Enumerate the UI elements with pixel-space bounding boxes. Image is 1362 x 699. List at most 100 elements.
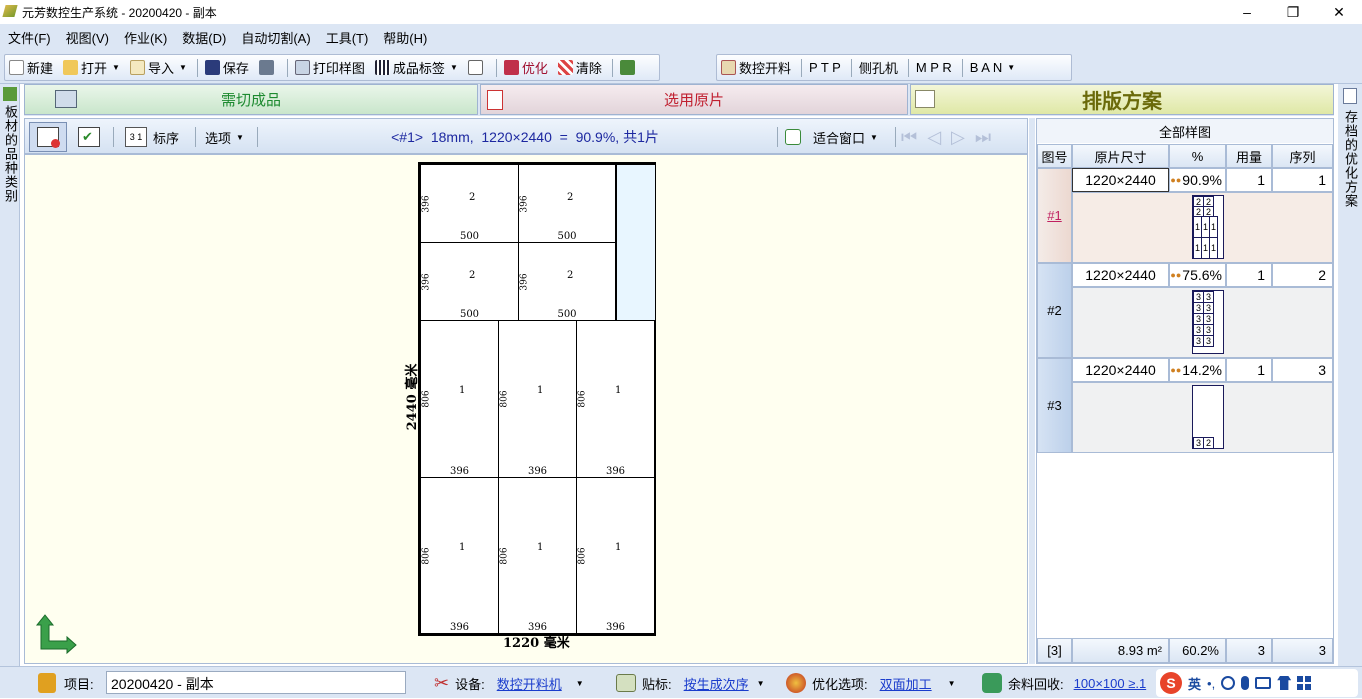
sheet-thumbnail-3[interactable]: 32 <box>1072 382 1333 453</box>
part-piece[interactable]: 1 396 806 <box>576 477 655 634</box>
microphone-icon[interactable] <box>1241 676 1250 690</box>
part-piece[interactable]: 1 396 806 <box>498 320 577 478</box>
close-button[interactable]: ✕ <box>1316 0 1362 24</box>
fit-window-dropdown[interactable]: 适合窗口 ▼ <box>785 123 878 151</box>
col-header-percent[interactable]: % <box>1169 144 1226 168</box>
menu-help[interactable]: 帮助(H) <box>383 28 427 47</box>
table-row-id[interactable]: #1 <box>1037 168 1072 263</box>
maximize-button[interactable]: ❐ <box>1270 0 1316 24</box>
toolbox-icon[interactable] <box>1297 676 1312 690</box>
first-page-icon[interactable]: ⏮ <box>901 127 927 148</box>
table-row-id[interactable]: #3 <box>1037 358 1072 453</box>
chevron-down-icon[interactable]: ▼ <box>757 679 765 688</box>
last-page-icon[interactable]: ⏭ <box>975 127 1001 148</box>
remnant-label: 余料回收: <box>1008 676 1064 692</box>
part-piece[interactable]: 2 500 396 <box>518 164 616 243</box>
ptp-button[interactable]: P T P <box>809 60 841 75</box>
tab-required-products[interactable]: 需切成品 <box>24 84 478 115</box>
row-qty-cell[interactable]: 1 <box>1226 358 1272 382</box>
row-percent-cell[interactable]: ●● 14.2% <box>1169 358 1226 382</box>
check-view-button[interactable]: ✔ <box>75 123 103 151</box>
row-size-cell[interactable]: 1220×2440 <box>1072 358 1169 382</box>
chevron-down-icon[interactable]: ▼ <box>576 679 584 688</box>
sheet-info-text: <#1> 18mm, 1220×2440 = 90.9%, 共1片 <box>391 129 659 145</box>
tab-selected-sheets[interactable]: 选用原片 <box>480 84 908 115</box>
device-link[interactable]: 数控开料机 <box>497 674 562 693</box>
sheet-thumbnail-2[interactable]: 33 33 33 33 33 <box>1072 287 1333 358</box>
row-seq-cell[interactable]: 3 <box>1272 358 1333 382</box>
part-height: 396 <box>519 194 530 213</box>
right-side-panel[interactable]: 存档的优化方案 <box>1338 84 1362 668</box>
products-tab-icon <box>55 90 77 108</box>
row-qty-cell[interactable]: 1 <box>1226 263 1272 287</box>
row-id-link[interactable]: #2 <box>1047 303 1061 318</box>
remnant-link[interactable]: 100×100 ≥.1 <box>1074 676 1147 691</box>
menu-data[interactable]: 数据(D) <box>182 28 226 47</box>
chevron-down-icon[interactable]: ▼ <box>948 679 956 688</box>
panel-splitter[interactable] <box>1029 118 1035 664</box>
row-size-cell[interactable]: 1220×2440 <box>1072 263 1169 287</box>
layout-canvas[interactable]: 2 500 396 2 500 396 2 500 396 2 500 396 1 396 806 … <box>24 154 1028 664</box>
row-seq-cell[interactable]: 2 <box>1272 263 1333 287</box>
part-piece[interactable]: 1 396 806 <box>576 320 655 478</box>
save-button[interactable]: 保存 <box>204 58 249 77</box>
save-all-button[interactable] <box>258 60 277 75</box>
options-dropdown[interactable]: 选项 ▼ <box>205 123 244 151</box>
menu-view[interactable]: 视图(V) <box>66 28 109 47</box>
row-id-link[interactable]: #1 <box>1047 208 1061 223</box>
open-button[interactable]: 打开 ▼ <box>63 58 120 77</box>
menu-file[interactable]: 文件(F) <box>8 28 51 47</box>
cnc-button[interactable]: 数控开料 <box>721 58 791 77</box>
emoji-icon[interactable] <box>1221 676 1236 690</box>
ime-punctuation[interactable]: •, <box>1207 676 1215 691</box>
row-qty-cell[interactable]: 1 <box>1226 168 1272 192</box>
row-seq-cell[interactable]: 1 <box>1272 168 1333 192</box>
col-header-qty[interactable]: 用量 <box>1226 144 1272 168</box>
row-percent-cell[interactable]: ●● 90.9% <box>1169 168 1226 192</box>
project-input[interactable]: 20200420 - 副本 <box>106 671 406 694</box>
col-header-seq[interactable]: 序列 <box>1272 144 1333 168</box>
menu-auto-cut[interactable]: 自动切割(A) <box>241 28 310 47</box>
left-side-panel[interactable]: 板材的品种类别 <box>0 84 20 668</box>
part-piece[interactable]: 1 396 806 <box>420 320 499 478</box>
optimize-button[interactable]: 优化 <box>503 58 548 77</box>
part-piece[interactable]: 2 500 396 <box>518 242 616 321</box>
sequence-button[interactable]: 3 1 标序 <box>125 123 179 151</box>
label-link[interactable]: 按生成次序 <box>684 674 749 693</box>
prev-page-icon[interactable]: ◁ <box>927 127 951 148</box>
row-percent-cell[interactable]: ●● 75.6% <box>1169 263 1226 287</box>
ban-button[interactable]: B A N ▼ <box>970 60 1015 75</box>
print-sample-button[interactable]: 打印样图 <box>294 58 365 77</box>
menu-job[interactable]: 作业(K) <box>124 28 167 47</box>
row-id-link[interactable]: #3 <box>1047 398 1061 413</box>
layout-toolbar: ✔ 3 1 标序 选项 ▼ <#1> 18mm, 1220×2440 = 90.9… <box>24 118 1028 154</box>
col-header-size[interactable]: 原片尺寸 <box>1072 144 1169 168</box>
part-piece[interactable]: 1 396 806 <box>498 477 577 634</box>
tab-layout-plan[interactable]: 排版方案 <box>910 84 1334 115</box>
table-row-id[interactable]: #2 <box>1037 263 1072 358</box>
product-label-button[interactable]: 成品标签 ▼ <box>374 58 458 77</box>
clear-button[interactable]: 清除 <box>557 58 602 77</box>
part-piece[interactable]: 1 396 806 <box>420 477 499 634</box>
part-piece[interactable]: 2 500 396 <box>420 242 519 321</box>
skin-icon[interactable] <box>1277 676 1292 690</box>
view-toggle-button[interactable] <box>29 122 67 152</box>
sogou-logo-icon[interactable]: S <box>1160 672 1182 694</box>
minimize-button[interactable]: – <box>1224 0 1270 24</box>
row-size-cell[interactable]: 1220×2440 <box>1072 168 1169 192</box>
part-qty: 2 <box>567 192 574 203</box>
col-header-id[interactable]: 图号 <box>1037 144 1072 168</box>
new-button[interactable]: 新建 <box>9 58 53 77</box>
ime-language[interactable]: 英 <box>1188 674 1201 693</box>
mpr-button[interactable]: M P R <box>916 60 952 75</box>
document-button[interactable] <box>467 60 486 75</box>
tools-button[interactable] <box>619 60 638 75</box>
sheet-thumbnail-1[interactable]: 22 22 111 111 <box>1072 192 1333 263</box>
optimize-options-link[interactable]: 双面加工 <box>880 674 932 693</box>
keyboard-icon[interactable] <box>1255 677 1272 689</box>
part-piece[interactable]: 2 500 396 <box>420 164 519 243</box>
next-page-icon[interactable]: ▷ <box>951 127 975 148</box>
side-hole-button[interactable]: 侧孔机 <box>859 58 898 77</box>
menu-tools[interactable]: 工具(T) <box>326 28 369 47</box>
import-button[interactable]: 导入 ▼ <box>129 58 187 77</box>
